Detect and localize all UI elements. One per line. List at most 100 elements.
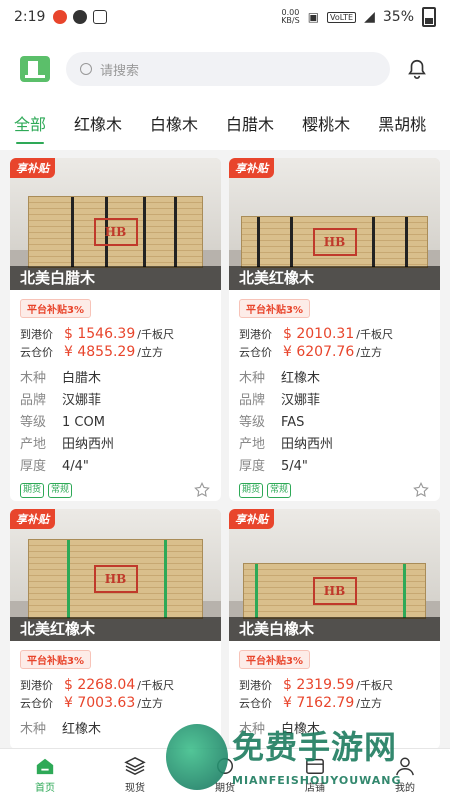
- tag-row: 期货 常规: [20, 480, 211, 500]
- attr-key: 厚度: [20, 459, 47, 474]
- cloud-price-unit: /立方: [356, 346, 382, 359]
- port-price-label: 到港价: [239, 328, 272, 341]
- attr-grade: 等级 1 COM: [20, 412, 211, 434]
- port-price: $ 2319.59: [283, 677, 355, 693]
- product-card[interactable]: HB 享补贴 北美白橡木 平台补贴3% 到港价 $ 2319.59 /千板尺 云…: [229, 509, 440, 749]
- app-header: 请搜索: [0, 34, 450, 104]
- bottom-nav: 首页 现货 期货 店铺 我的: [0, 748, 450, 800]
- attr-key: 等级: [20, 415, 47, 430]
- p-app-icon: [73, 10, 88, 24]
- attr-value: 田纳西州: [62, 437, 115, 452]
- weibo-icon: [53, 10, 68, 24]
- search-bar[interactable]: 请搜索: [66, 52, 390, 86]
- port-price: $ 2010.31: [283, 326, 355, 342]
- user-icon: [396, 757, 414, 775]
- attr-brand: 品牌 汉娜菲: [239, 390, 430, 412]
- tag-futures: 期货: [239, 482, 264, 498]
- cloud-price-row: 云仓价 ¥ 6207.76 /立方: [239, 344, 430, 360]
- port-price-label: 到港价: [239, 679, 272, 692]
- nav-spot[interactable]: 现货: [90, 749, 180, 800]
- port-price-row: 到港价 $ 2319.59 /千板尺: [239, 677, 430, 693]
- tab-red-oak[interactable]: 红橡木: [74, 104, 122, 150]
- tab-all[interactable]: 全部: [14, 104, 46, 150]
- nav-futures[interactable]: 期货: [180, 749, 270, 800]
- cloud-price: ¥ 6207.76: [283, 344, 355, 360]
- attr-key: 产地: [20, 437, 47, 452]
- attr-value: 白橡木: [281, 722, 321, 737]
- nav-shop[interactable]: 店铺: [270, 749, 360, 800]
- product-card[interactable]: HB 享补贴 北美白腊木 平台补贴3% 到港价 $ 1546.39 /千板尺 云…: [10, 158, 221, 501]
- attr-value: FAS: [281, 415, 305, 430]
- port-price-row: 到港价 $ 1546.39 /千板尺: [20, 326, 211, 342]
- attr-value: 汉娜菲: [281, 393, 321, 408]
- attr-key: 品牌: [239, 393, 266, 408]
- attr-value: 1 COM: [62, 415, 105, 430]
- volte-badge: VoLTE: [327, 11, 357, 23]
- product-card[interactable]: HB 享补贴 北美红橡木 平台补贴3% 到港价 $ 2268.04 /千板尺 云…: [10, 509, 221, 749]
- port-price-unit: /千板尺: [356, 328, 393, 341]
- hb-logo: HB: [312, 228, 357, 256]
- cloud-price: ¥ 7162.79: [283, 695, 355, 711]
- port-price-label: 到港价: [20, 328, 53, 341]
- cloud-price-row: 云仓价 ¥ 7003.63 /立方: [20, 695, 211, 711]
- nav-shop-label: 店铺: [305, 782, 325, 794]
- product-photo: HB 享补贴 北美红橡木: [10, 509, 221, 641]
- cloud-price-label: 云仓价: [20, 346, 53, 359]
- tab-cherry[interactable]: 樱桃木: [302, 104, 350, 150]
- product-photo: HB 享补贴 北美红橡木: [229, 158, 440, 290]
- product-title: 北美红橡木: [229, 266, 440, 290]
- tag-row: 期货 常规: [239, 480, 430, 500]
- attr-value: 4/4": [62, 459, 89, 474]
- hb-logo: HB: [312, 577, 357, 605]
- nav-mine-label: 我的: [395, 782, 415, 794]
- nfc-icon: ▣: [307, 10, 320, 24]
- attr-value: 5/4": [281, 459, 308, 474]
- attr-value: 白腊木: [62, 371, 102, 386]
- cloud-price: ¥ 7003.63: [64, 695, 136, 711]
- cloud-price-row: 云仓价 ¥ 7162.79 /立方: [239, 695, 430, 711]
- cloud-price-row: 云仓价 ¥ 4855.29 /立方: [20, 344, 211, 360]
- attr-key: 产地: [239, 437, 266, 452]
- subsidy-badge: 享补贴: [10, 158, 55, 178]
- tab-white-oak[interactable]: 白橡木: [150, 104, 198, 150]
- attr-key: 厚度: [239, 459, 266, 474]
- product-photo: HB 享补贴 北美白腊木: [10, 158, 221, 290]
- tab-white-ash[interactable]: 白腊木: [226, 104, 274, 150]
- attr-species: 木种 白橡木: [239, 719, 430, 741]
- bell-icon[interactable]: [406, 57, 428, 81]
- attr-key: 等级: [239, 415, 266, 430]
- attr-key: 木种: [20, 722, 47, 737]
- attr-origin: 产地 田纳西州: [239, 434, 430, 456]
- category-tabs: 全部 红橡木 白橡木 白腊木 樱桃木 黑胡桃: [0, 104, 450, 150]
- subsidy-badge: 享补贴: [10, 509, 55, 529]
- product-title: 北美红橡木: [10, 617, 221, 641]
- attr-value: 田纳西州: [281, 437, 334, 452]
- app-logo-icon[interactable]: [20, 56, 50, 82]
- hb-logo: HB: [93, 218, 138, 246]
- home-icon: [36, 758, 54, 774]
- nav-futures-label: 期货: [215, 782, 235, 794]
- search-icon: [80, 63, 92, 75]
- attr-key: 木种: [239, 371, 266, 386]
- port-price-unit: /千板尺: [356, 679, 393, 692]
- status-time: 2:19: [14, 9, 46, 25]
- favorite-star-icon[interactable]: [193, 481, 211, 499]
- cloud-price-unit: /立方: [137, 697, 163, 710]
- attr-value: 红橡木: [281, 371, 321, 386]
- nav-home[interactable]: 首页: [0, 749, 90, 800]
- attribute-list: 木种 白橡木: [239, 719, 430, 741]
- attr-brand: 品牌 汉娜菲: [20, 390, 211, 412]
- attr-thickness: 厚度 5/4": [239, 456, 430, 478]
- favorite-star-icon[interactable]: [412, 481, 430, 499]
- status-bar: 2:19 0.00 KB/S ▣ VoLTE ◢ 35%: [0, 0, 450, 34]
- platform-subsidy-pill: 平台补贴3%: [20, 650, 91, 669]
- cloud-price-label: 云仓价: [239, 346, 272, 359]
- attr-value: 红橡木: [62, 722, 102, 737]
- attr-species: 木种 白腊木: [20, 368, 211, 390]
- attr-species: 木种 红橡木: [20, 719, 211, 741]
- tab-black-walnut[interactable]: 黑胡桃: [378, 104, 426, 150]
- nav-mine[interactable]: 我的: [360, 749, 450, 800]
- platform-subsidy-pill: 平台补贴3%: [239, 650, 310, 669]
- product-card[interactable]: HB 享补贴 北美红橡木 平台补贴3% 到港价 $ 2010.31 /千板尺 云…: [229, 158, 440, 501]
- attr-key: 木种: [20, 371, 47, 386]
